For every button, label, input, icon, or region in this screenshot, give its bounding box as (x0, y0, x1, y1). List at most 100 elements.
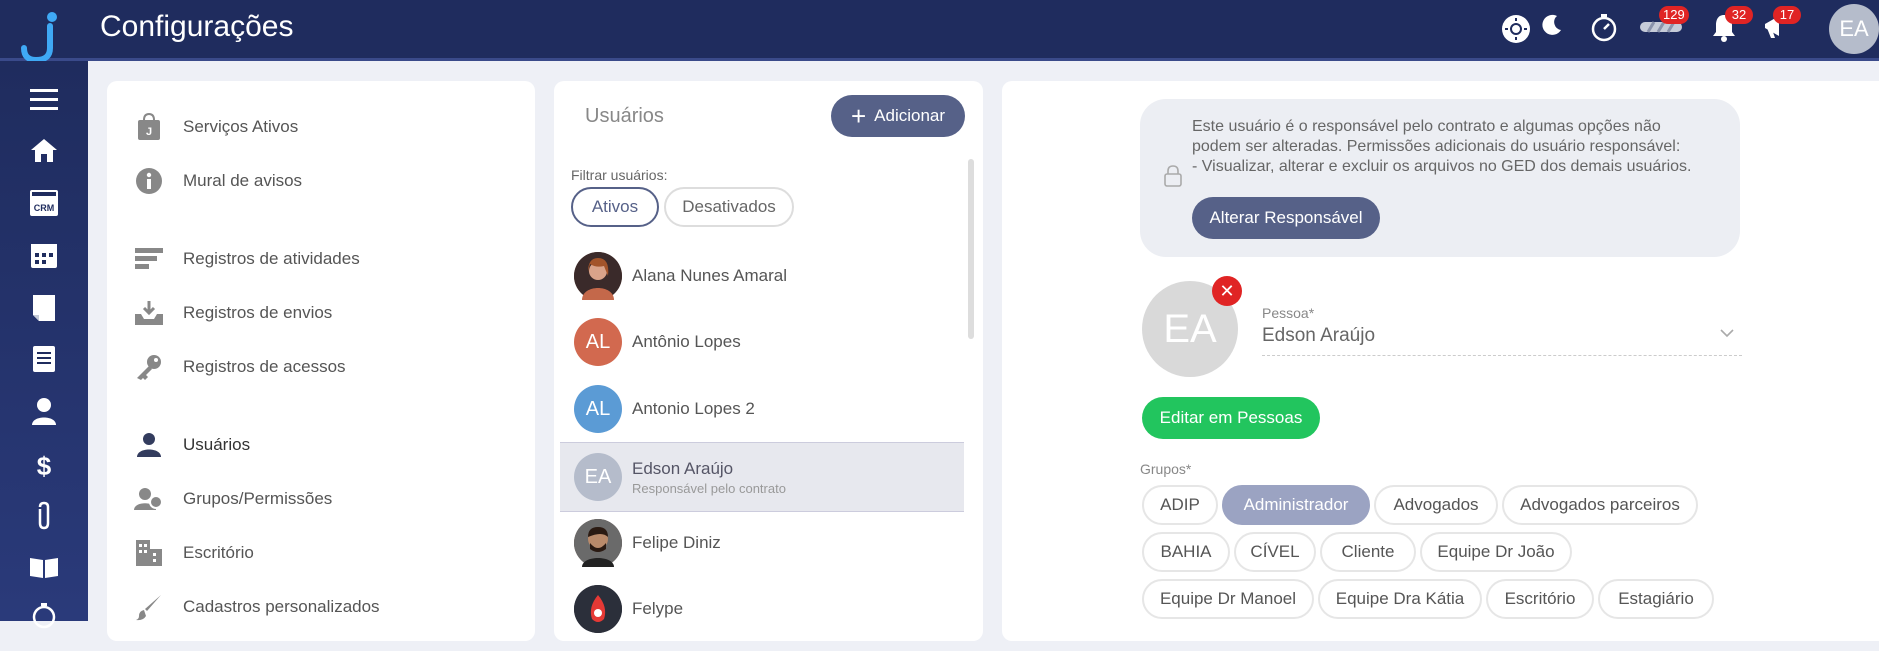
timer-icon[interactable] (24, 601, 64, 635)
group-chip[interactable]: Cliente (1320, 532, 1416, 572)
stopwatch-icon[interactable] (1587, 12, 1621, 46)
svg-text:J: J (146, 126, 152, 138)
group-chip[interactable]: Advogados parceiros (1502, 485, 1698, 525)
user-photo (574, 519, 622, 567)
menu-usuarios[interactable]: Usuários (131, 425, 250, 465)
group-chip[interactable]: Escritório (1486, 579, 1594, 619)
filter-ativos[interactable]: Ativos (571, 187, 659, 227)
user-name: Edson Araújo (632, 458, 734, 478)
menu-label: Cadastros personalizados (183, 597, 380, 616)
edit-in-people-button[interactable]: Editar em Pessoas (1142, 397, 1320, 439)
info-icon (131, 166, 167, 196)
group-chip[interactable]: Equipe Dr João (1420, 532, 1572, 572)
pessoa-select[interactable]: Edson Araújo (1262, 325, 1375, 347)
add-user-button[interactable]: + Adicionar (831, 95, 965, 137)
user-name: Antônio Lopes (632, 332, 741, 351)
top-bar: Configurações 129 32 17 EA (0, 0, 1879, 64)
responsible-notice: Este usuário é o responsável pelo contra… (1140, 99, 1740, 257)
group-chip[interactable]: BAHIA (1142, 532, 1230, 572)
menu-label: Grupos/Permissões (183, 489, 333, 508)
user-row[interactable]: Alana Nunes Amaral (560, 243, 964, 309)
alter-responsible-button[interactable]: Alterar Responsável (1192, 197, 1380, 239)
filter-label: Filtrar usuários: (571, 167, 668, 183)
group-chip[interactable]: Advogados (1374, 485, 1498, 525)
groups-label: Grupos* (1140, 461, 1192, 477)
notifications-badge: 32 (1725, 6, 1753, 24)
crm-icon[interactable]: CRM (24, 189, 64, 223)
remove-avatar-icon[interactable]: ✕ (1212, 276, 1242, 306)
plus-icon: + (850, 101, 867, 131)
pessoa-label: Pessoa* (1262, 305, 1315, 321)
group-chip[interactable]: ADIP (1142, 485, 1218, 525)
user-group-icon (131, 484, 167, 514)
menu-label: Registros de atividades (183, 249, 360, 268)
dollar-icon[interactable]: $ (24, 449, 64, 483)
home-icon[interactable] (24, 137, 64, 171)
menu-escritorio[interactable]: Escritório (131, 533, 254, 573)
menu-registros-de-envios[interactable]: Registros de envios (131, 293, 332, 333)
menu-servicos-ativos[interactable]: J Serviços Ativos (131, 107, 298, 147)
menu-label: Mural de avisos (183, 171, 303, 190)
menu-icon[interactable] (24, 85, 64, 119)
file-list-icon[interactable] (24, 345, 64, 379)
chevron-down-icon[interactable] (1720, 325, 1734, 343)
pessoa-underline (1262, 355, 1742, 356)
book-icon[interactable] (24, 553, 64, 587)
user-row[interactable]: AL Antonio Lopes 2 (560, 376, 964, 442)
menu-cadastros-personalizados[interactable]: Cadastros personalizados (131, 587, 380, 627)
user-row[interactable]: Felype (560, 576, 964, 642)
notice-line: Este usuário é o responsável pelo contra… (1192, 118, 1661, 135)
notice-line: podem ser alteradas. Permissões adiciona… (1192, 138, 1681, 155)
documents-icon[interactable] (24, 293, 64, 327)
notice-line: - Visualizar, alterar e excluir os arqui… (1192, 158, 1692, 175)
menu-registros-de-atividades[interactable]: Registros de atividades (131, 239, 360, 279)
menu-label: Registros de acessos (183, 357, 346, 376)
paperclip-icon[interactable] (24, 501, 64, 535)
moon-icon[interactable] (1535, 12, 1569, 46)
user-row[interactable]: Felipe Diniz (560, 510, 964, 576)
page-title: Configurações (100, 10, 294, 43)
user-row[interactable]: AL Antônio Lopes (560, 309, 964, 375)
user-name: Felipe Diniz (632, 533, 721, 552)
menu-label: Escritório (183, 543, 254, 562)
group-chip[interactable]: Estagiário (1598, 579, 1714, 619)
user-avatar[interactable]: EA (1829, 4, 1879, 54)
announcements-badge: 17 (1773, 6, 1801, 24)
add-user-label: Adicionar (874, 106, 946, 125)
user-photo (574, 252, 622, 300)
inbox-icon (131, 298, 167, 328)
user-name: Alana Nunes Amaral (632, 266, 787, 285)
settings-menu-panel: J Serviços Ativos Mural de avisos Regist… (107, 81, 535, 641)
menu-label: Registros de envios (183, 303, 333, 322)
group-chip[interactable]: CÍVEL (1234, 532, 1316, 572)
group-chip[interactable]: Equipe Dra Kátia (1318, 579, 1482, 619)
key-icon (131, 352, 167, 382)
user-initials-avatar: AL (574, 385, 622, 433)
group-chip[interactable]: Equipe Dr Manoel (1142, 579, 1314, 619)
tasks-badge: 129 (1659, 6, 1689, 24)
user-detail-panel: Este usuário é o responsável pelo contra… (1002, 81, 1879, 641)
menu-mural-de-avisos[interactable]: Mural de avisos (131, 161, 302, 201)
group-chip-selected[interactable]: Administrador (1222, 485, 1370, 525)
svg-text:CRM: CRM (34, 203, 55, 213)
sun-icon[interactable] (1499, 12, 1533, 46)
person-icon[interactable] (24, 397, 64, 431)
brush-icon (131, 592, 167, 622)
user-initials-avatar: EA (574, 453, 622, 501)
user-row-selected[interactable]: EA Edson Araújo Responsável pelo contrat… (560, 442, 964, 512)
user-name: Antonio Lopes 2 (632, 399, 755, 418)
calendar-icon[interactable] (24, 241, 64, 275)
notice-text: Este usuário é o responsável pelo contra… (1192, 117, 1732, 177)
menu-label: Serviços Ativos (183, 117, 299, 136)
left-nav: CRM $ (0, 61, 88, 629)
user-initials-avatar: AL (574, 318, 622, 366)
user-subtitle: Responsável pelo contrato (632, 480, 786, 496)
users-title: Usuários (585, 105, 664, 127)
menu-grupos-permissoes[interactable]: Grupos/Permissões (131, 479, 332, 519)
menu-registros-de-acessos[interactable]: Registros de acessos (131, 347, 346, 387)
users-panel: Usuários + Adicionar Filtrar usuários: A… (554, 81, 983, 641)
user-name: Felype (632, 599, 684, 618)
filter-desativados[interactable]: Desativados (664, 187, 794, 227)
users-scrollbar[interactable] (968, 159, 974, 339)
app-logo[interactable] (18, 10, 62, 64)
